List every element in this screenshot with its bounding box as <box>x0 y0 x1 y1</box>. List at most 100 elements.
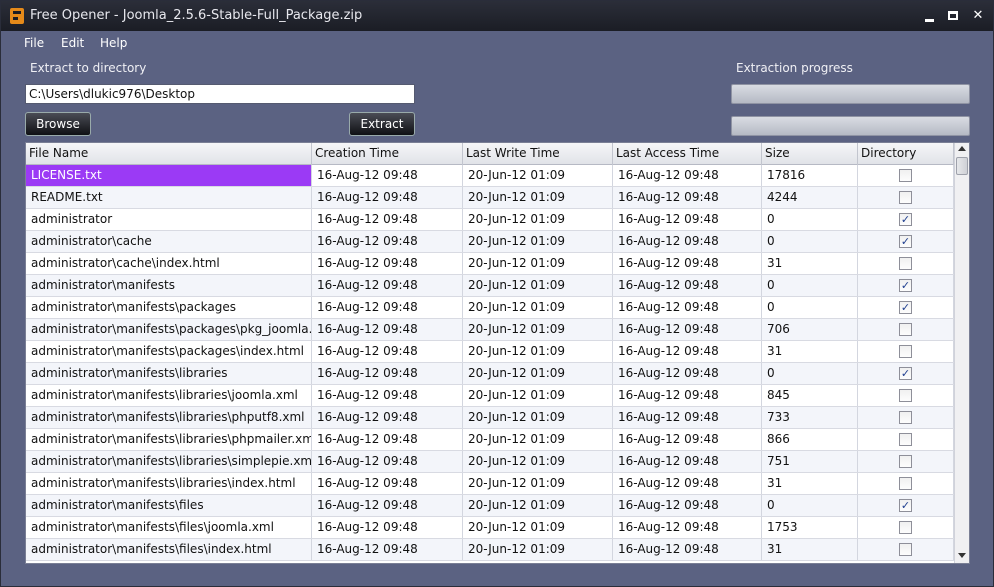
cell-size: 31 <box>762 253 858 274</box>
directory-checkbox[interactable]: ✓ <box>899 367 912 380</box>
cell-last-access-time: 16-Aug-12 09:48 <box>613 187 762 208</box>
directory-checkbox[interactable] <box>899 257 912 270</box>
cell-last-write-time: 20-Jun-12 01:09 <box>463 275 613 296</box>
table-row[interactable]: administrator\manifests\packages\index.h… <box>26 341 954 363</box>
table-row[interactable]: README.txt 16-Aug-12 09:48 20-Jun-12 01:09… <box>26 187 954 209</box>
directory-checkbox[interactable] <box>899 521 912 534</box>
directory-checkbox[interactable]: ✓ <box>899 235 912 248</box>
cell-creation-time: 16-Aug-12 09:48 <box>312 451 463 472</box>
cell-creation-time: 16-Aug-12 09:48 <box>312 297 463 318</box>
table-row[interactable]: administrator\manifests\files\joomla.xml… <box>26 517 954 539</box>
column-header-last-write-time[interactable]: Last Write Time <box>463 143 613 165</box>
cell-file-name: administrator\manifests\packages\pkg_joo… <box>26 319 312 340</box>
table-row[interactable]: administrator\manifests\libraries\index.… <box>26 473 954 495</box>
directory-checkbox[interactable] <box>899 191 912 204</box>
cell-creation-time: 16-Aug-12 09:48 <box>312 539 463 560</box>
directory-checkbox[interactable] <box>899 345 912 358</box>
directory-checkbox[interactable] <box>899 169 912 182</box>
directory-checkbox[interactable]: ✓ <box>899 499 912 512</box>
cell-creation-time: 16-Aug-12 09:48 <box>312 517 463 538</box>
scroll-thumb[interactable] <box>956 157 968 175</box>
extract-path-input[interactable] <box>25 84 415 104</box>
directory-checkbox[interactable] <box>899 455 912 468</box>
table-row[interactable]: administrator\manifests\libraries\joomla… <box>26 385 954 407</box>
column-header-file-name[interactable]: File Name <box>26 143 312 165</box>
column-header-creation-time[interactable]: Creation Time <box>312 143 463 165</box>
directory-checkbox[interactable] <box>899 389 912 402</box>
directory-checkbox[interactable] <box>899 543 912 556</box>
cell-last-access-time: 16-Aug-12 09:48 <box>613 253 762 274</box>
cell-last-write-time: 20-Jun-12 01:09 <box>463 429 613 450</box>
minimize-button[interactable] <box>919 6 941 26</box>
progress-bar-secondary <box>731 116 970 136</box>
close-button[interactable]: ✕ <box>967 6 989 26</box>
cell-creation-time: 16-Aug-12 09:48 <box>312 363 463 384</box>
maximize-button[interactable] <box>942 6 964 26</box>
table-row[interactable]: administrator\manifests\packages 16-Aug-1… <box>26 297 954 319</box>
scroll-up-icon[interactable] <box>958 146 966 151</box>
cell-last-access-time: 16-Aug-12 09:48 <box>613 385 762 406</box>
directory-checkbox[interactable]: ✓ <box>899 279 912 292</box>
table-row[interactable]: administrator\manifests\files 16-Aug-12 0… <box>26 495 954 517</box>
cell-last-access-time: 16-Aug-12 09:48 <box>613 231 762 252</box>
column-header-directory[interactable]: Directory <box>858 143 954 165</box>
table-row[interactable]: administrator\manifests\files\index.html… <box>26 539 954 561</box>
cell-last-write-time: 20-Jun-12 01:09 <box>463 517 613 538</box>
column-header-size[interactable]: Size <box>762 143 858 165</box>
cell-last-access-time: 16-Aug-12 09:48 <box>613 429 762 450</box>
cell-size: 0 <box>762 231 858 252</box>
cell-size: 4244 <box>762 187 858 208</box>
table-row[interactable]: administrator\manifests\libraries\phpmai… <box>26 429 954 451</box>
table-row[interactable]: administrator\manifests\libraries\simple… <box>26 451 954 473</box>
cell-last-write-time: 20-Jun-12 01:09 <box>463 539 613 560</box>
directory-checkbox[interactable]: ✓ <box>899 301 912 314</box>
directory-checkbox[interactable] <box>899 323 912 336</box>
cell-size: 0 <box>762 297 858 318</box>
cell-file-name: administrator\manifests\packages <box>26 297 312 318</box>
cell-size: 31 <box>762 473 858 494</box>
extract-button[interactable]: Extract <box>349 112 415 136</box>
cell-last-write-time: 20-Jun-12 01:09 <box>463 209 613 230</box>
table-row[interactable]: LICENSE.txt 16-Aug-12 09:48 20-Jun-12 01:0… <box>26 165 954 187</box>
cell-last-access-time: 16-Aug-12 09:48 <box>613 341 762 362</box>
cell-file-name: administrator\manifests <box>26 275 312 296</box>
column-header-last-access-time[interactable]: Last Access Time <box>613 143 762 165</box>
minimize-icon <box>925 19 934 22</box>
table-row[interactable]: administrator\cache 16-Aug-12 09:48 20-Jun… <box>26 231 954 253</box>
menu-bar: File Edit Help <box>1 31 993 53</box>
browse-button[interactable]: Browse <box>25 112 91 136</box>
cell-file-name: administrator\manifests\libraries\index.… <box>26 473 312 494</box>
directory-checkbox[interactable] <box>899 477 912 490</box>
vertical-scrollbar[interactable] <box>954 143 969 563</box>
cell-last-access-time: 16-Aug-12 09:48 <box>613 319 762 340</box>
title-bar[interactable]: Free Opener - Joomla_2.5.6-Stable-Full_P… <box>1 1 993 31</box>
table-row[interactable]: administrator\manifests 16-Aug-12 09:48 20… <box>26 275 954 297</box>
cell-size: 866 <box>762 429 858 450</box>
cell-size: 17816 <box>762 165 858 186</box>
cell-last-access-time: 16-Aug-12 09:48 <box>613 363 762 384</box>
directory-checkbox[interactable] <box>899 433 912 446</box>
window-title: Free Opener - Joomla_2.5.6-Stable-Full_P… <box>30 8 363 23</box>
table-row[interactable]: administrator\manifests\packages\pkg_joo… <box>26 319 954 341</box>
table-row[interactable]: administrator\manifests\libraries\phputf… <box>26 407 954 429</box>
cell-creation-time: 16-Aug-12 09:48 <box>312 429 463 450</box>
table-row[interactable]: administrator\manifests\libraries 16-Aug-… <box>26 363 954 385</box>
table-row[interactable]: administrator\cache\index.html 16-Aug-12 … <box>26 253 954 275</box>
directory-checkbox[interactable]: ✓ <box>899 213 912 226</box>
cell-last-write-time: 20-Jun-12 01:09 <box>463 495 613 516</box>
directory-checkbox[interactable] <box>899 411 912 424</box>
table-row[interactable]: administrator 16-Aug-12 09:48 20-Jun-12 01… <box>26 209 954 231</box>
cell-creation-time: 16-Aug-12 09:48 <box>312 473 463 494</box>
menu-edit[interactable]: Edit <box>61 36 84 50</box>
menu-file[interactable]: File <box>24 36 44 50</box>
cell-creation-time: 16-Aug-12 09:48 <box>312 165 463 186</box>
cell-last-write-time: 20-Jun-12 01:09 <box>463 473 613 494</box>
cell-creation-time: 16-Aug-12 09:48 <box>312 407 463 428</box>
progress-bar-primary <box>731 84 970 104</box>
scroll-down-icon[interactable] <box>958 553 966 558</box>
menu-help[interactable]: Help <box>100 36 127 50</box>
cell-last-access-time: 16-Aug-12 09:48 <box>613 275 762 296</box>
cell-size: 751 <box>762 451 858 472</box>
file-table[interactable]: File Name Creation Time Last Write Time … <box>25 142 970 564</box>
extract-dir-label: Extract to directory <box>30 61 147 75</box>
